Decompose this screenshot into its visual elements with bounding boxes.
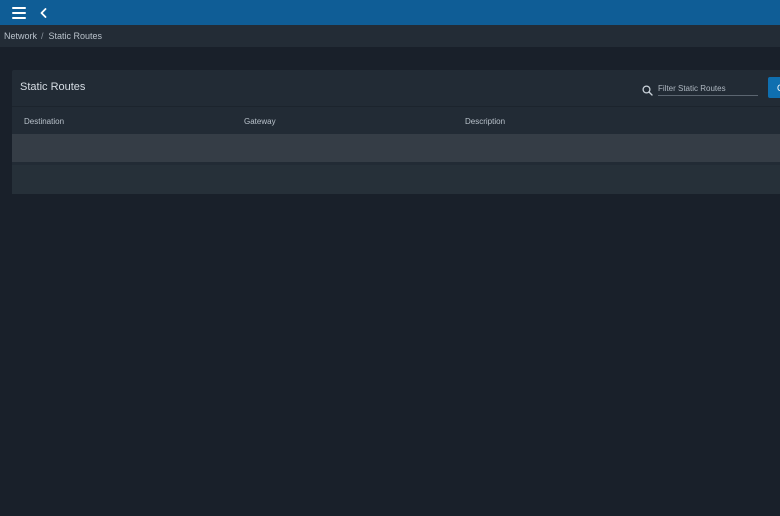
page-title: Static Routes xyxy=(20,81,86,93)
table-row[interactable] xyxy=(12,134,780,162)
filter-static-routes-input[interactable] xyxy=(658,81,758,96)
action-button[interactable]: C xyxy=(768,77,780,98)
search-icon xyxy=(642,83,653,96)
top-app-bar xyxy=(0,0,780,25)
column-header-destination[interactable]: Destination xyxy=(24,117,64,126)
breadcrumb-separator: / xyxy=(41,31,44,41)
column-header-gateway[interactable]: Gateway xyxy=(244,117,276,126)
chevron-left-icon[interactable] xyxy=(38,7,48,19)
column-header-description[interactable]: Description xyxy=(465,117,505,126)
static-routes-card: Static Routes C Destination Gateway Desc… xyxy=(12,70,780,194)
card-header: Static Routes C xyxy=(12,70,780,106)
hamburger-menu-icon[interactable] xyxy=(12,6,26,19)
breadcrumb-item-static-routes: Static Routes xyxy=(48,31,103,41)
table-header: Destination Gateway Description xyxy=(12,106,780,134)
breadcrumb: Network / Static Routes xyxy=(0,25,780,47)
breadcrumb-item-network[interactable]: Network xyxy=(4,31,37,41)
table-row[interactable] xyxy=(12,165,780,194)
